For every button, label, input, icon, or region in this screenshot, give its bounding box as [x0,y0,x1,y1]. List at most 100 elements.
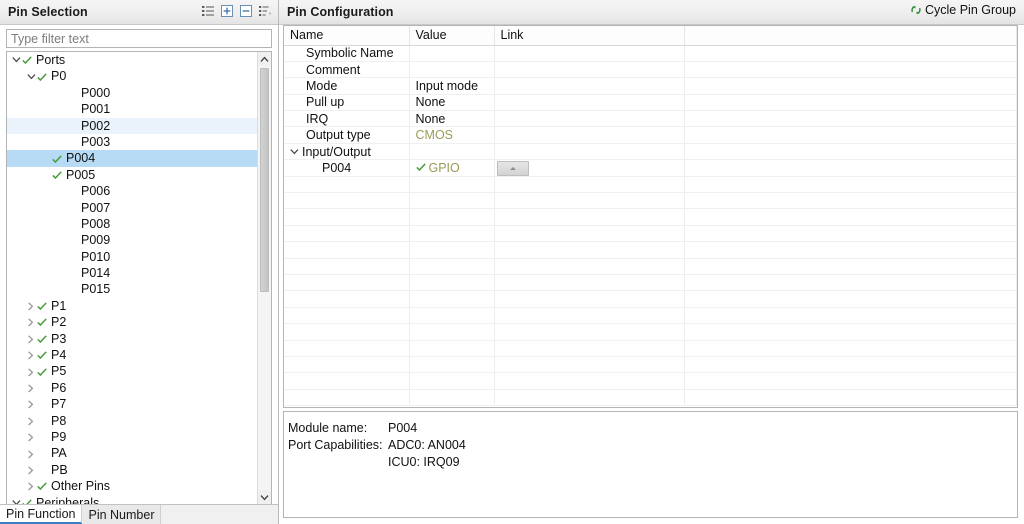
tree-item-other-pins[interactable]: Other Pins [7,478,257,494]
cell-link[interactable] [494,77,685,95]
tree-item-p008[interactable]: P008 [7,216,257,232]
cell-value[interactable]: None [409,110,495,128]
expand-all-icon[interactable] [220,4,234,18]
column-header-value[interactable]: Value [409,26,495,46]
table-row[interactable]: Comment [284,61,1017,79]
tree-item-p005[interactable]: P005 [7,167,257,183]
tree-item-p000[interactable]: P000 [7,85,257,101]
table-row[interactable]: IRQ None [284,110,1017,128]
tree-scrollbar[interactable] [257,52,271,504]
cell-value[interactable] [409,45,495,62]
tree-item-p002[interactable]: P002 [7,117,257,134]
cell-value[interactable]: Input mode [409,77,495,95]
chevron-down-icon[interactable] [11,52,22,68]
check-icon [37,364,48,380]
pin-tree-container: Ports P0 P000 P001 P002 P003 P004 P005 P006 P007 P… [6,51,272,504]
column-header-name[interactable]: Name [284,26,410,46]
chevron-right-icon[interactable] [26,331,37,347]
cell-link[interactable] [494,94,685,112]
tree-item-p014[interactable]: P014 [7,265,257,281]
filter-input[interactable] [6,29,272,48]
chevron-right-icon[interactable] [26,462,37,478]
chevron-right-icon[interactable] [26,396,37,412]
chevron-down-icon[interactable] [11,495,22,504]
tree-item-p4[interactable]: P4 [7,347,257,363]
table-row[interactable]: Output type CMOS [284,126,1017,144]
table-row[interactable]: Mode Input mode [284,77,1017,95]
cell-link[interactable] [494,159,685,177]
cell-link[interactable] [494,126,685,144]
tree-item-p006[interactable]: P006 [7,183,257,199]
tree-item-p007[interactable]: P007 [7,200,257,216]
chevron-down-icon[interactable] [26,69,37,85]
sort-icon[interactable] [258,4,272,18]
tree-item-pa[interactable]: PA [7,445,257,461]
pin-tree[interactable]: Ports P0 P000 P001 P002 P003 P004 P005 P006 P007 P… [7,52,257,504]
table-row[interactable]: Input/Output [284,143,1017,161]
cell-name[interactable]: Symbolic Name [284,45,410,62]
tree-item-p9[interactable]: P9 [7,429,257,445]
cell-empty [494,176,685,194]
tab-pin-function[interactable]: Pin Function [0,505,83,524]
tree-item-p6[interactable]: P6 [7,380,257,396]
chevron-right-icon[interactable] [26,446,37,462]
table-row[interactable]: P004 GPIO [284,159,1017,177]
tree-item-p0[interactable]: P0 [7,68,257,84]
cycle-pin-group-button[interactable]: Cycle Pin Group [910,3,1016,17]
cell-name[interactable]: P004 [284,159,410,177]
chevron-down-icon[interactable] [290,145,302,159]
cell-name[interactable]: Mode [284,77,410,95]
cell-value[interactable]: None [409,94,495,112]
collapse-all-icon[interactable] [239,4,253,18]
cell-empty [494,192,685,210]
show-list-icon[interactable] [201,4,215,18]
cell-link[interactable] [494,110,685,128]
link-dropdown-button[interactable] [496,160,529,176]
cell-link[interactable] [494,45,685,62]
cell-name[interactable]: Output type [284,126,410,144]
cell-value[interactable] [409,143,495,161]
tab-pin-number[interactable]: Pin Number [82,505,162,524]
bottom-tab-bar[interactable]: Pin Function Pin Number [0,504,278,524]
chevron-right-icon[interactable] [26,347,37,363]
scroll-thumb[interactable] [260,68,269,292]
chevron-right-icon[interactable] [26,314,37,330]
table-row[interactable]: Pull up None [284,94,1017,112]
tree-item-p001[interactable]: P001 [7,101,257,117]
cell-name[interactable]: Comment [284,61,410,79]
tree-item-p2[interactable]: P2 [7,314,257,330]
cell-empty [284,372,410,390]
column-header-link[interactable]: Link [494,26,685,46]
tree-item-p003[interactable]: P003 [7,134,257,150]
tree-item-p010[interactable]: P010 [7,249,257,265]
cell-value[interactable]: CMOS [409,126,495,144]
tree-item-p009[interactable]: P009 [7,232,257,248]
scroll-down-arrow[interactable] [258,490,271,504]
tree-item-p7[interactable]: P7 [7,396,257,412]
cell-link[interactable] [494,143,685,161]
scroll-up-arrow[interactable] [258,52,271,66]
tree-item-p004[interactable]: P004 [7,150,257,167]
tree-item-p5[interactable]: P5 [7,363,257,379]
tree-item-ports[interactable]: Ports [7,52,257,68]
cell-link[interactable] [494,61,685,79]
cell-value[interactable] [409,61,495,79]
cell-name[interactable]: Pull up [284,94,410,112]
table-row[interactable]: Symbolic Name [284,45,1017,62]
cell-name[interactable]: IRQ [284,110,410,128]
chevron-right-icon[interactable] [26,413,37,429]
chevron-right-icon[interactable] [26,380,37,396]
tree-item-peripherals[interactable]: Peripherals [7,495,257,504]
tree-item-p8[interactable]: P8 [7,413,257,429]
cell-name[interactable]: Input/Output [284,143,410,161]
tree-item-p015[interactable]: P015 [7,281,257,297]
tree-item-label: P008 [81,216,111,231]
chevron-right-icon[interactable] [26,298,37,314]
tree-item-p1[interactable]: P1 [7,298,257,314]
chevron-right-icon[interactable] [26,364,37,380]
cell-value[interactable]: GPIO [409,159,495,177]
chevron-right-icon[interactable] [26,478,37,494]
tree-item-pb[interactable]: PB [7,462,257,478]
tree-item-p3[interactable]: P3 [7,331,257,347]
chevron-right-icon[interactable] [26,429,37,445]
